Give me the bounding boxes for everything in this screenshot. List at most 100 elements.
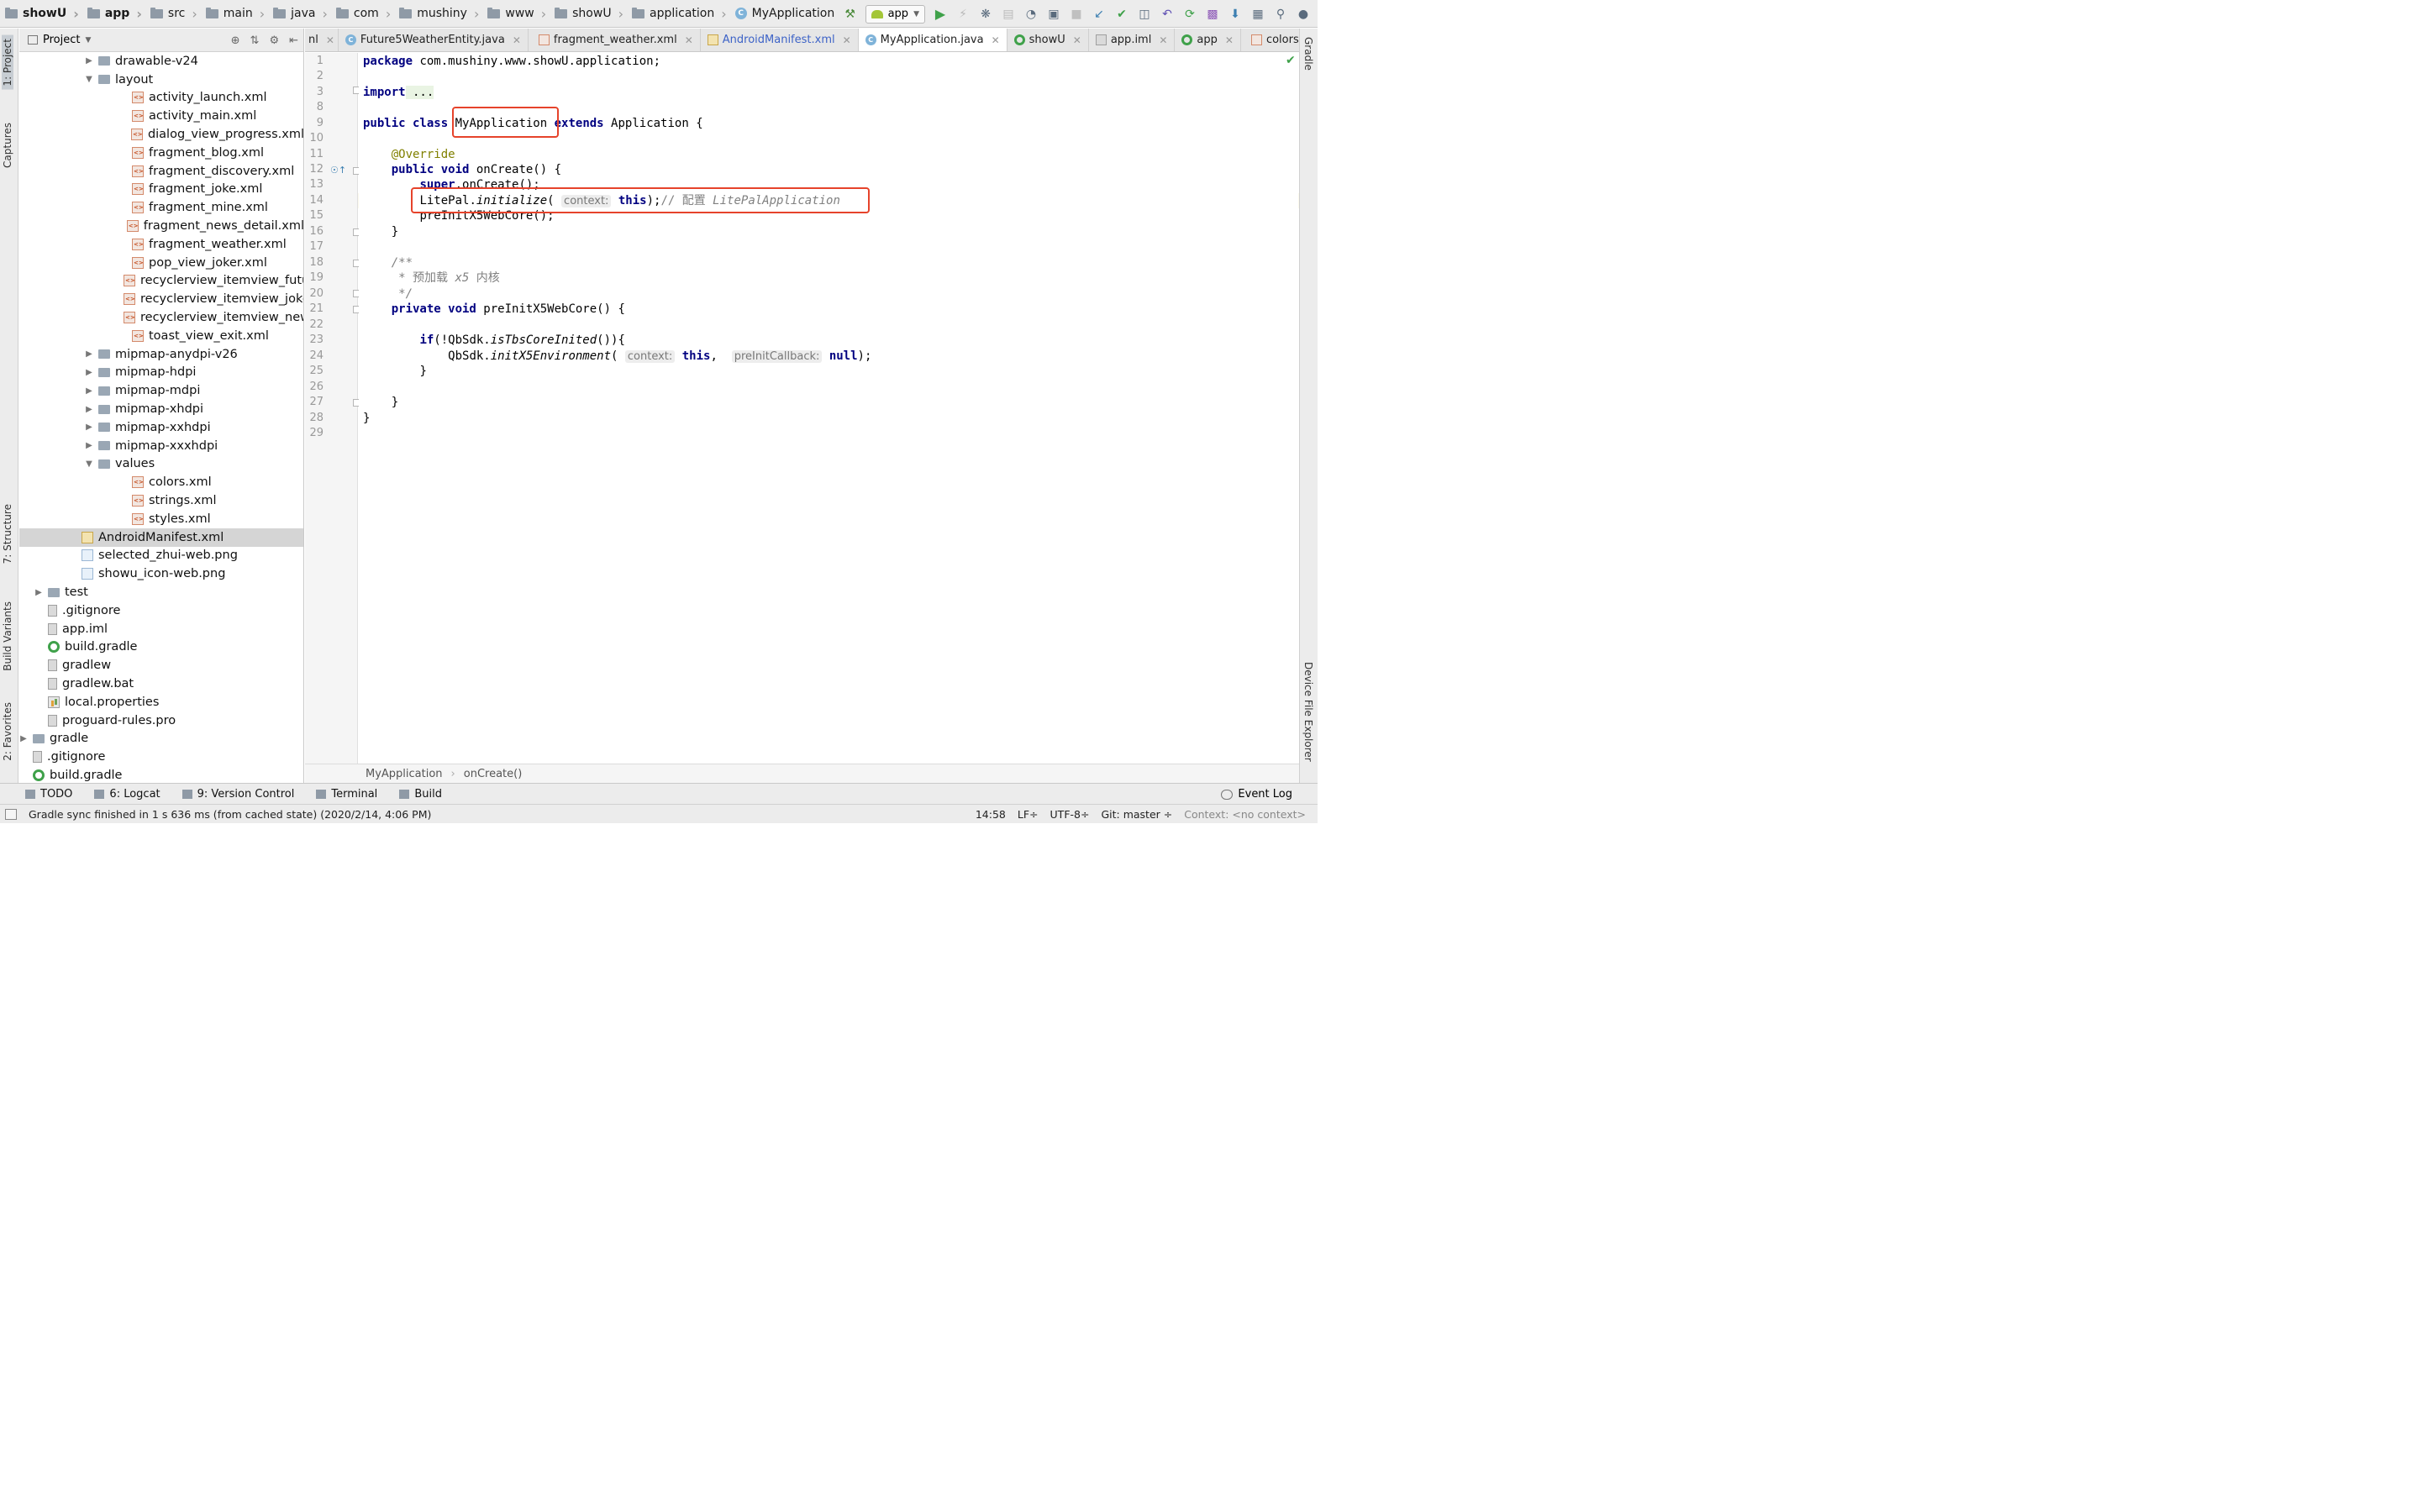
vcs-update-icon[interactable]: ↙ bbox=[1092, 7, 1107, 22]
breadcrumb-item[interactable]: application › bbox=[627, 0, 730, 28]
tree-item[interactable]: ▶ test bbox=[19, 583, 303, 601]
tree-item[interactable]: ▶ mipmap-anydpi-v26 bbox=[19, 345, 303, 364]
gear-icon[interactable]: ⚙ bbox=[269, 34, 279, 47]
tree-item[interactable]: ▶ gradle bbox=[19, 730, 303, 748]
sdk-manager-icon[interactable]: ⬇ bbox=[1228, 7, 1243, 22]
tree-item[interactable]: ▶ mipmap-xxxhdpi bbox=[19, 437, 303, 455]
collapsed-arrow-icon[interactable]: ▶ bbox=[19, 734, 28, 743]
tree-item[interactable]: AndroidManifest.xml bbox=[19, 528, 303, 547]
close-icon[interactable]: ✕ bbox=[513, 34, 521, 46]
breadcrumb-item[interactable]: java › bbox=[268, 0, 331, 28]
close-icon[interactable]: ✕ bbox=[326, 34, 334, 46]
build-variants-tool-tab[interactable]: Build Variants bbox=[2, 598, 13, 675]
breadcrumb-item[interactable]: www › bbox=[482, 0, 550, 28]
close-icon[interactable]: ✕ bbox=[843, 34, 851, 46]
tree-item[interactable]: gradlew bbox=[19, 656, 303, 675]
tree-item[interactable]: toast_view_exit.xml bbox=[19, 327, 303, 345]
tree-item[interactable]: ▼ values bbox=[19, 455, 303, 474]
project-structure-icon[interactable]: ▦ bbox=[1250, 7, 1265, 22]
tree-item[interactable]: fragment_joke.xml bbox=[19, 181, 303, 199]
vcs-revert-icon[interactable]: ↶ bbox=[1160, 7, 1175, 22]
breadcrumb-item[interactable]: com › bbox=[331, 0, 394, 28]
tree-item[interactable]: recyclerview_itemview_future bbox=[19, 272, 303, 291]
event-log-button[interactable]: Event Log bbox=[1221, 784, 1292, 805]
stop-icon[interactable]: ■ bbox=[1069, 7, 1084, 22]
override-marker-icon[interactable]: ☉↑ bbox=[330, 165, 346, 176]
tree-item[interactable]: build.gradle bbox=[19, 766, 303, 783]
tool-window-button[interactable]: 9: Version Control bbox=[182, 788, 294, 801]
editor-tab[interactable]: app ✕ bbox=[1175, 29, 1241, 51]
hide-panel-icon[interactable]: ⇤ bbox=[289, 34, 298, 47]
tree-item[interactable]: ▶ drawable-v24 bbox=[19, 52, 303, 71]
expanded-arrow-icon[interactable]: ▼ bbox=[85, 459, 93, 469]
tree-item[interactable]: build.gradle bbox=[19, 638, 303, 657]
collapsed-arrow-icon[interactable]: ▶ bbox=[85, 349, 93, 359]
favorites-tool-tab[interactable]: 2: Favorites bbox=[2, 699, 13, 764]
editor-tab[interactable]: showU ✕ bbox=[1007, 29, 1089, 51]
tool-window-button[interactable]: Terminal bbox=[316, 788, 377, 801]
project-view-select[interactable]: Project bbox=[43, 34, 80, 46]
avd-manager-icon[interactable]: ▩ bbox=[1205, 7, 1220, 22]
tree-item[interactable]: fragment_blog.xml bbox=[19, 144, 303, 162]
tree-item[interactable]: app.iml bbox=[19, 620, 303, 638]
tree-item[interactable]: activity_launch.xml bbox=[19, 89, 303, 108]
editor-tab[interactable]: C MyApplication.java ✕ bbox=[858, 29, 1007, 51]
profile-icon[interactable]: ▤ bbox=[1001, 7, 1016, 22]
tree-item[interactable]: selected_zhui-web.png bbox=[19, 547, 303, 565]
collapsed-arrow-icon[interactable]: ▶ bbox=[34, 588, 43, 597]
tool-window-button[interactable]: Build bbox=[399, 788, 442, 801]
gradle-sync-icon[interactable]: ⟳ bbox=[1182, 7, 1197, 22]
tree-item[interactable]: dialog_view_progress.xml bbox=[19, 125, 303, 144]
hammer-icon[interactable]: ⚒ bbox=[843, 7, 858, 22]
editor-tab[interactable]: fragment_weather.xml ✕ bbox=[529, 29, 701, 51]
assistant-icon[interactable]: ● bbox=[1296, 7, 1311, 22]
project-tool-tab[interactable]: 1: Project bbox=[2, 35, 13, 90]
collapsed-arrow-icon[interactable]: ▶ bbox=[85, 56, 93, 66]
toggle-tool-windows-icon[interactable] bbox=[5, 809, 17, 820]
tree-item[interactable]: colors.xml bbox=[19, 473, 303, 491]
breadcrumb-item[interactable]: app › bbox=[82, 0, 145, 28]
profiler-icon[interactable]: ◔ bbox=[1023, 7, 1039, 22]
tree-item[interactable]: fragment_weather.xml bbox=[19, 235, 303, 254]
collapsed-arrow-icon[interactable]: ▶ bbox=[85, 441, 93, 450]
collapsed-arrow-icon[interactable]: ▶ bbox=[85, 386, 93, 396]
tree-item[interactable]: fragment_discovery.xml bbox=[19, 162, 303, 181]
gradle-tool-tab[interactable]: Gradle bbox=[1302, 37, 1314, 71]
expanded-arrow-icon[interactable]: ▼ bbox=[85, 75, 93, 84]
breadcrumb-item[interactable]: showU › bbox=[550, 0, 627, 28]
collapsed-arrow-icon[interactable]: ▶ bbox=[85, 368, 93, 377]
tool-window-button[interactable]: TODO bbox=[25, 788, 72, 801]
breadcrumb-item[interactable]: src › bbox=[145, 0, 201, 28]
breadcrumb-item[interactable]: C MyApplication bbox=[730, 0, 839, 28]
editor-tab[interactable]: app.iml ✕ bbox=[1089, 29, 1176, 51]
editor-tab[interactable]: AndroidManifest.xml ✕ bbox=[701, 29, 859, 51]
folded-imports[interactable]: ... bbox=[405, 86, 434, 99]
run-configuration-select[interactable]: app ▼ bbox=[865, 4, 925, 24]
device-file-explorer-tool-tab[interactable]: Device File Explorer bbox=[1302, 662, 1314, 762]
tree-item[interactable]: .gitignore bbox=[19, 601, 303, 620]
tree-item[interactable]: ▶ mipmap-hdpi bbox=[19, 364, 303, 382]
structure-tool-tab[interactable]: 7: Structure bbox=[2, 501, 13, 567]
tree-item[interactable]: styles.xml bbox=[19, 510, 303, 528]
attach-debugger-icon[interactable]: ▣ bbox=[1046, 7, 1061, 22]
tree-item[interactable]: ▶ mipmap-mdpi bbox=[19, 381, 303, 400]
close-icon[interactable]: ✕ bbox=[1073, 34, 1081, 46]
tree-item[interactable]: .gitignore bbox=[19, 748, 303, 766]
breadcrumb-item[interactable]: main › bbox=[201, 0, 268, 28]
tree-item[interactable]: activity_main.xml bbox=[19, 107, 303, 125]
search-icon[interactable]: ⚲ bbox=[1273, 7, 1288, 22]
tree-item[interactable]: fragment_news_detail.xml bbox=[19, 217, 303, 235]
captures-tool-tab[interactable]: Captures bbox=[2, 119, 13, 171]
tree-item[interactable]: pop_view_joker.xml bbox=[19, 254, 303, 272]
breadcrumb-method[interactable]: onCreate() bbox=[464, 768, 523, 780]
tree-item[interactable]: recyclerview_itemview_joker.x bbox=[19, 290, 303, 308]
collapse-all-icon[interactable]: ⇅ bbox=[250, 34, 260, 47]
file-encoding[interactable]: UTF-8÷ bbox=[1050, 808, 1090, 821]
close-icon[interactable]: ✕ bbox=[1159, 34, 1167, 46]
tree-item[interactable]: showu_icon-web.png bbox=[19, 564, 303, 583]
close-icon[interactable]: ✕ bbox=[1225, 34, 1234, 46]
tree-item[interactable]: strings.xml bbox=[19, 491, 303, 510]
caret-position[interactable]: 14:58 bbox=[976, 808, 1006, 821]
vcs-compare-icon[interactable]: ◫ bbox=[1137, 7, 1152, 22]
tree-item[interactable]: ▶ mipmap-xhdpi bbox=[19, 400, 303, 418]
